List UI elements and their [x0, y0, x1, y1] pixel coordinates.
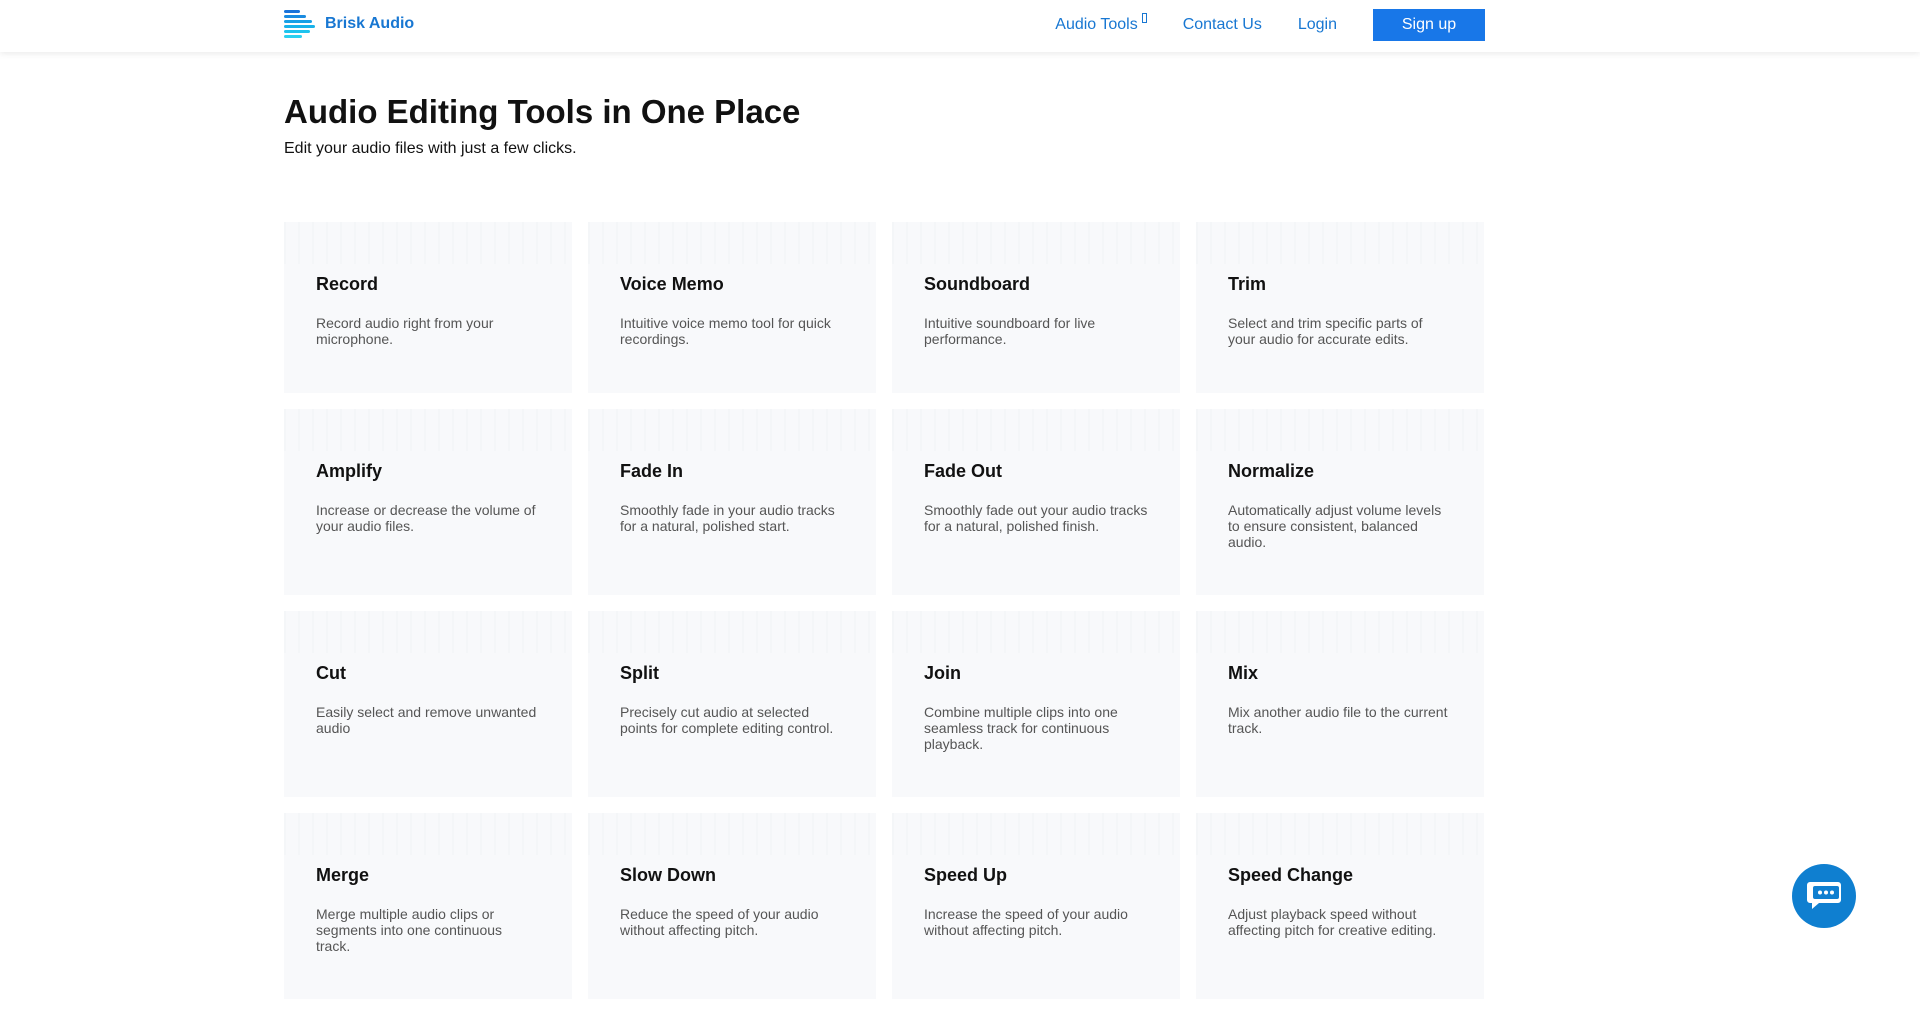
- tool-card-desc: Intuitive soundboard for live performanc…: [924, 315, 1096, 347]
- tool-card-title: Trim: [1228, 274, 1267, 294]
- dropdown-caret-icon: [1141, 13, 1147, 23]
- nav-login[interactable]: Login: [1298, 16, 1337, 34]
- tool-card-title: Soundboard: [924, 274, 1030, 294]
- tool-card-desc: Record audio right from your microphone.: [316, 315, 494, 347]
- tool-card-desc: Adjust playback speed without affecting …: [1228, 906, 1437, 938]
- tools-row-4: Merge Merge multiple audio clips or segm…: [284, 813, 1485, 999]
- hero-section: Audio Editing Tools in One Place Edit yo…: [284, 92, 800, 158]
- tool-card-desc: Increase or decrease the volume of your …: [316, 502, 536, 534]
- tool-card-merge[interactable]: Merge Merge multiple audio clips or segm…: [284, 813, 572, 999]
- tool-card-title: Merge: [316, 865, 370, 885]
- tool-card-mix[interactable]: Mix Mix another audio file to the curren…: [1196, 611, 1484, 797]
- brand-name: Brisk Audio: [325, 15, 415, 32]
- chat-bubble-icon: [1807, 882, 1841, 909]
- page-title: Audio Editing Tools in One Place: [284, 93, 801, 130]
- tool-card-trim[interactable]: Trim Select and trim specific parts of y…: [1196, 222, 1484, 393]
- tools-row-2: Amplify Increase or decrease the volume …: [284, 409, 1485, 595]
- tool-card-desc: Combine multiple clips into one seamless…: [924, 704, 1118, 752]
- brand-logo-link[interactable]: Brisk Audio: [284, 9, 414, 39]
- tool-card-title: Join: [924, 663, 962, 683]
- tool-card-speed-change[interactable]: Speed Change Adjust playback speed witho…: [1196, 813, 1484, 999]
- nav-contact-us[interactable]: Contact Us: [1183, 16, 1262, 34]
- tool-card-desc: Easily select and remove unwanted audio: [316, 704, 537, 736]
- tool-card-title: Record: [316, 274, 379, 294]
- tool-card-fade-in[interactable]: Fade In Smoothly fade in your audio trac…: [588, 409, 876, 595]
- tools-row-1: Record Record audio right from your micr…: [284, 222, 1485, 393]
- tool-card-title: Speed Up: [924, 865, 1008, 885]
- site-header: Brisk Audio Audio Tools Contact Us Login…: [0, 0, 1920, 52]
- tool-card-title: Voice Memo: [620, 274, 724, 294]
- chat-widget-button[interactable]: [1792, 864, 1856, 928]
- tool-card-desc: Smoothly fade out your audio tracks for …: [924, 502, 1148, 534]
- tool-card-desc: Intuitive voice memo tool for quick reco…: [620, 315, 831, 347]
- tool-card-fade-out[interactable]: Fade Out Smoothly fade out your audio tr…: [892, 409, 1180, 595]
- tool-card-desc: Select and trim specific parts of your a…: [1228, 315, 1423, 347]
- nav-audio-tools[interactable]: Audio Tools: [1055, 13, 1147, 34]
- tool-card-join[interactable]: Join Combine multiple clips into one sea…: [892, 611, 1180, 797]
- tool-card-voice-memo[interactable]: Voice Memo Intuitive voice memo tool for…: [588, 222, 876, 393]
- page-subtitle: Edit your audio files with just a few cl…: [284, 140, 577, 157]
- tool-card-title: Slow Down: [620, 865, 716, 885]
- nav-audio-tools-label: Audio Tools: [1055, 16, 1138, 33]
- tool-card-desc: Merge multiple audio clips or segments i…: [316, 906, 503, 954]
- tool-card-desc: Mix another audio file to the current tr…: [1228, 704, 1448, 736]
- tool-card-title: Split: [620, 663, 659, 683]
- tool-card-amplify[interactable]: Amplify Increase or decrease the volume …: [284, 409, 572, 595]
- tool-card-title: Fade In: [620, 461, 684, 481]
- tool-card-split[interactable]: Split Precisely cut audio at selected po…: [588, 611, 876, 797]
- tool-card-normalize[interactable]: Normalize Automatically adjust volume le…: [1196, 409, 1484, 595]
- tools-grid: Record Record audio right from your micr…: [284, 222, 1485, 1015]
- tool-card-title: Amplify: [316, 461, 383, 481]
- tool-card-title: Cut: [316, 663, 346, 683]
- tool-card-desc: Reduce the speed of your audio without a…: [620, 906, 819, 938]
- tool-card-desc: Precisely cut audio at selected points f…: [620, 704, 834, 736]
- tools-row-3: Cut Easily select and remove unwanted au…: [284, 611, 1485, 797]
- tool-card-title: Fade Out: [924, 461, 1003, 481]
- tool-card-desc: Smoothly fade in your audio tracks for a…: [620, 502, 835, 534]
- tool-card-speed-up[interactable]: Speed Up Increase the speed of your audi…: [892, 813, 1180, 999]
- signup-button[interactable]: Sign up: [1373, 9, 1485, 41]
- tool-card-soundboard[interactable]: Soundboard Intuitive soundboard for live…: [892, 222, 1180, 393]
- tool-card-title: Mix: [1228, 663, 1259, 683]
- tool-card-record[interactable]: Record Record audio right from your micr…: [284, 222, 572, 393]
- tool-card-desc: Increase the speed of your audio without…: [924, 906, 1128, 938]
- tool-card-desc: Automatically adjust volume levels to en…: [1228, 502, 1442, 550]
- tool-card-title: Normalize: [1228, 461, 1315, 481]
- tool-card-slow-down[interactable]: Slow Down Reduce the speed of your audio…: [588, 813, 876, 999]
- tool-card-cut[interactable]: Cut Easily select and remove unwanted au…: [284, 611, 572, 797]
- brisk-audio-logo-icon: [284, 10, 315, 38]
- top-nav: Audio Tools Contact Us Login Sign up: [1055, 9, 1485, 41]
- tool-card-title: Speed Change: [1228, 865, 1354, 885]
